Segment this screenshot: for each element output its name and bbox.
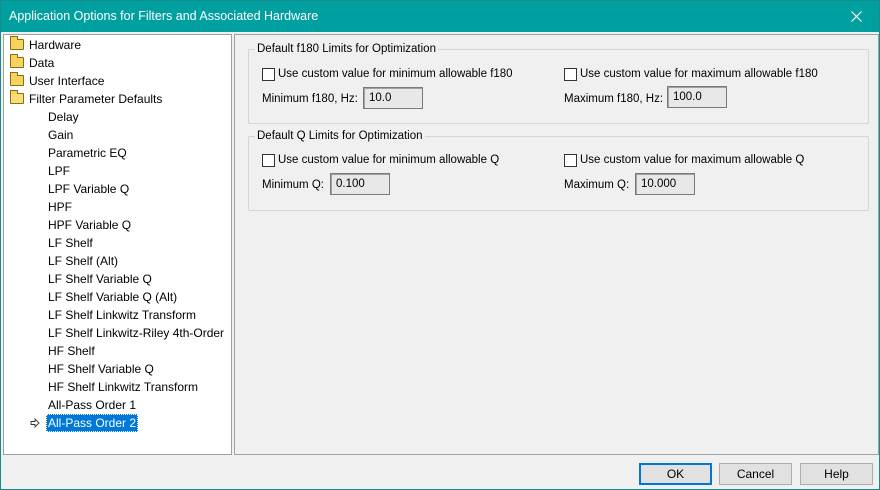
tree-item-label: LPF: [48, 164, 71, 178]
min-f180-field: 10.0: [363, 87, 423, 109]
tree-item-label: Delay: [48, 110, 79, 124]
min-f180-checkbox-row[interactable]: Use custom value for minimum allowable f…: [262, 66, 513, 82]
max-f180-checkbox-label: Use custom value for maximum allowable f…: [580, 68, 818, 80]
close-icon: [850, 11, 862, 22]
max-q-field: 10.000: [635, 173, 695, 195]
min-q-checkbox[interactable]: [262, 153, 275, 167]
folder-open-icon: [10, 90, 24, 104]
tree-item-label: LF Shelf (Alt): [48, 254, 119, 268]
title-bar[interactable]: Application Options for Filters and Asso…: [1, 1, 879, 32]
help-button[interactable]: Help: [800, 463, 873, 485]
q-group-title: Default Q Limits for Optimization: [255, 129, 425, 143]
options-dialog: Application Options for Filters and Asso…: [0, 0, 880, 490]
min-f180-label: Minimum f180, Hz:: [262, 93, 358, 105]
min-q-field: 0.100: [330, 173, 390, 195]
min-q-checkbox-label: Use custom value for minimum allowable Q: [278, 154, 500, 166]
ok-button[interactable]: OK: [639, 463, 712, 485]
min-f180-checkbox-label: Use custom value for minimum allowable f…: [278, 68, 513, 80]
max-f180-label: Maximum f180, Hz:: [564, 93, 664, 105]
options-tree[interactable]: Hardware Data User Interface Filter Para…: [3, 34, 232, 455]
max-q-checkbox-label: Use custom value for maximum allowable Q: [580, 154, 805, 166]
tree-folder-label: User Interface: [29, 74, 105, 88]
q-limits-group: Default Q Limits for Optimization Use cu…: [248, 129, 869, 211]
tree-item-label: HF Shelf Linkwitz Transform: [48, 380, 199, 394]
f180-limits-group: Default f180 Limits for Optimization Use…: [248, 42, 869, 124]
min-q-checkbox-row[interactable]: Use custom value for minimum allowable Q: [262, 152, 499, 168]
max-f180-checkbox[interactable]: [564, 67, 577, 81]
tree-item-label: LF Shelf Variable Q (Alt): [48, 290, 178, 304]
cancel-button[interactable]: Cancel: [719, 463, 792, 485]
tree-item-label: All-Pass Order 1: [48, 398, 137, 412]
tree-item-label: HF Shelf: [48, 344, 95, 358]
f180-group-title: Default f180 Limits for Optimization: [255, 42, 438, 56]
arrow-right-icon: [30, 418, 40, 428]
tree-item-label: HPF: [48, 200, 72, 214]
tree-item-label: Parametric EQ: [48, 146, 127, 160]
tree-folder-label: Data: [29, 56, 55, 70]
folder-icon: [10, 36, 24, 50]
close-button[interactable]: [833, 1, 879, 32]
max-q-checkbox[interactable]: [564, 153, 577, 167]
tree-item-label: LF Shelf Linkwitz-Riley 4th-Order: [48, 326, 225, 340]
window-title: Application Options for Filters and Asso…: [9, 9, 319, 23]
tree-item-label: LF Shelf: [48, 236, 93, 250]
max-f180-field: 100.0: [667, 86, 727, 108]
folder-icon: [10, 54, 24, 68]
folder-icon: [10, 72, 24, 86]
min-f180-checkbox[interactable]: [262, 67, 275, 81]
max-q-label: Maximum Q:: [564, 179, 630, 191]
tree-item-label: Gain: [48, 128, 74, 142]
tree-item-label: HF Shelf Variable Q: [48, 362, 154, 376]
tree-folder-label: Filter Parameter Defaults: [29, 92, 163, 106]
tree-folder-label: Hardware: [29, 38, 82, 52]
tree-item-label: All-Pass Order 2: [46, 414, 139, 432]
settings-panel: Default f180 Limits for Optimization Use…: [234, 34, 879, 455]
tree-item-label: LF Shelf Linkwitz Transform: [48, 308, 197, 322]
max-f180-checkbox-row[interactable]: Use custom value for maximum allowable f…: [564, 66, 818, 82]
tree-item-label: HPF Variable Q: [48, 218, 132, 232]
min-q-label: Minimum Q:: [262, 179, 324, 191]
tree-item-label: LPF Variable Q: [48, 182, 130, 196]
max-q-checkbox-row[interactable]: Use custom value for maximum allowable Q: [564, 152, 804, 168]
tree-item-label: LF Shelf Variable Q: [48, 272, 152, 286]
